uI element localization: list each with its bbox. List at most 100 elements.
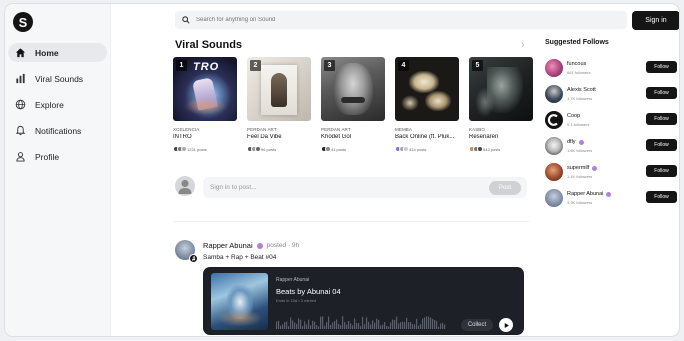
avatar[interactable] — [545, 189, 563, 207]
post-button[interactable]: Post — [489, 181, 521, 195]
nav-viral-sounds[interactable]: Viral Sounds — [8, 69, 107, 88]
follow-button[interactable]: Follow — [646, 61, 677, 73]
track-card[interactable]: 5 KASBO Resenären 543 posts — [469, 57, 533, 152]
suggested-user-name[interactable]: funcous — [567, 61, 586, 67]
track-posts: 41 posts — [331, 146, 347, 152]
waveform-bar — [400, 322, 402, 329]
suggested-user-name[interactable]: Alexis Scott — [567, 87, 596, 93]
poster-avatars — [173, 146, 187, 152]
suggested-user-followers: 9.1 followers — [567, 122, 590, 127]
waveform-bar — [290, 317, 292, 329]
suggested-user-followers: 661 followers — [567, 70, 591, 75]
poster-avatars — [247, 146, 261, 152]
track-card[interactable]: 4 MEMBA Back Online (ft. Pluk... 414 pos… — [395, 57, 459, 152]
waveform-bar — [318, 326, 320, 329]
search-bar[interactable] — [175, 11, 627, 29]
avatar[interactable] — [545, 85, 563, 103]
follow-button[interactable]: Follow — [646, 191, 677, 203]
waveform-bar — [346, 324, 348, 329]
play-button[interactable] — [499, 318, 513, 332]
nav-explore[interactable]: Explore — [8, 95, 107, 114]
nav-home[interactable]: Home — [8, 43, 107, 62]
waveform-bar — [410, 322, 412, 329]
track-card[interactable]: TRO 1 XCELENCIA INTRO 1221 posts — [173, 57, 237, 152]
waveform-bar — [370, 324, 372, 329]
waveform-bar — [364, 324, 366, 329]
search-input[interactable] — [196, 17, 596, 23]
waveform-bar — [308, 319, 310, 329]
home-icon — [15, 47, 26, 58]
waveform-bar — [284, 322, 286, 329]
waveform-bar — [372, 320, 374, 329]
nav-profile[interactable]: Profile — [8, 147, 107, 166]
follow-button[interactable]: Follow — [646, 139, 677, 151]
track-meta: 41 posts — [321, 146, 385, 152]
track-artist: XCELENCIA — [173, 127, 200, 132]
nav-notifications[interactable]: Notifications — [8, 121, 107, 140]
track-artist: PERDAN ART — [321, 127, 351, 132]
poster-avatars — [469, 146, 483, 152]
track-title: Back Online (ft. Pluk... — [395, 134, 455, 140]
user-icon — [15, 151, 26, 162]
avatar[interactable] — [545, 137, 563, 155]
follow-button[interactable]: Follow — [646, 87, 677, 99]
suggested-user-followers: 1.1K followers — [567, 174, 593, 179]
waveform-bar — [306, 324, 308, 329]
sign-in-button[interactable]: Sign in — [632, 11, 679, 30]
viral-sounds-title: Viral Sounds — [175, 39, 243, 51]
waveform-bar — [436, 320, 438, 329]
suggested-user: dfly 1.6K followers Follow — [545, 137, 679, 157]
feed-post-text: Samba + Rap + Beat #04 — [203, 254, 277, 261]
track-meta: 1221 posts — [173, 146, 237, 152]
follow-button[interactable]: Follow — [646, 165, 677, 177]
rank-badge: 4 — [398, 60, 409, 71]
audio-player-card[interactable]: Rapper Abunai Beats by Abunai 04 Ends in… — [203, 267, 524, 335]
track-meta: 96 posts — [247, 146, 311, 152]
waveform-bar — [404, 322, 406, 329]
collect-button[interactable]: Collect — [461, 319, 493, 331]
avatar[interactable] — [545, 163, 563, 181]
suggested-user-name[interactable]: dfly — [567, 139, 584, 145]
poster-avatars — [395, 146, 409, 152]
user-placeholder-icon — [178, 179, 192, 194]
waveform-bar — [374, 322, 376, 329]
cover-art-text: TRO — [193, 61, 220, 73]
waveform-bar — [342, 316, 344, 329]
suggested-user: Alexis Scott 1.7K followers Follow — [545, 85, 679, 105]
nav-label: Notifications — [35, 125, 82, 136]
chevron-right-icon[interactable]: › — [521, 39, 525, 51]
waveform-bar — [352, 325, 354, 329]
waveform-bar — [302, 326, 304, 329]
follow-button[interactable]: Follow — [646, 113, 677, 125]
music-note-icon — [189, 254, 198, 263]
waveform-bar — [432, 318, 434, 329]
waveform-bar — [312, 320, 314, 329]
sound-logo[interactable]: S — [13, 12, 33, 32]
waveform-bar — [420, 324, 422, 329]
nav-label: Profile — [35, 151, 60, 162]
waveform-bar — [316, 325, 318, 329]
suggested-user-name[interactable]: Rapper Abunai — [567, 191, 612, 197]
track-artist: PERDAN ART — [247, 127, 277, 132]
track-card[interactable]: 2 PERDAN ART Feel Da Vibe 96 posts — [247, 57, 311, 152]
poster-avatars — [321, 146, 331, 152]
player-subtitle: Ends in 15d • 3 minted — [276, 298, 317, 303]
track-card[interactable]: 3 PERDAN ART Khodet Gol 41 posts — [321, 57, 385, 152]
waveform-bar — [278, 320, 280, 329]
player-title: Beats by Abunai 04 — [276, 287, 341, 296]
waveform[interactable] — [276, 315, 446, 329]
waveform-bar — [440, 323, 442, 329]
player-artist: Rapper Abunai — [276, 277, 310, 283]
avatar[interactable] — [545, 111, 563, 129]
suggested-user-name[interactable]: supermilf — [567, 165, 598, 171]
waveform-bar — [296, 323, 298, 329]
feed-author-name[interactable]: Rapper Abunai — [203, 241, 253, 250]
verified-icon — [592, 165, 598, 171]
waveform-bar — [286, 321, 288, 329]
suggested-user-name[interactable]: Coop — [567, 113, 580, 119]
avatar[interactable] — [545, 59, 563, 77]
post-input[interactable]: Sign in to post... — [203, 177, 527, 198]
waveform-bar — [356, 323, 358, 329]
rank-badge: 1 — [176, 60, 187, 71]
track-cover: TRO 1 — [173, 57, 237, 121]
